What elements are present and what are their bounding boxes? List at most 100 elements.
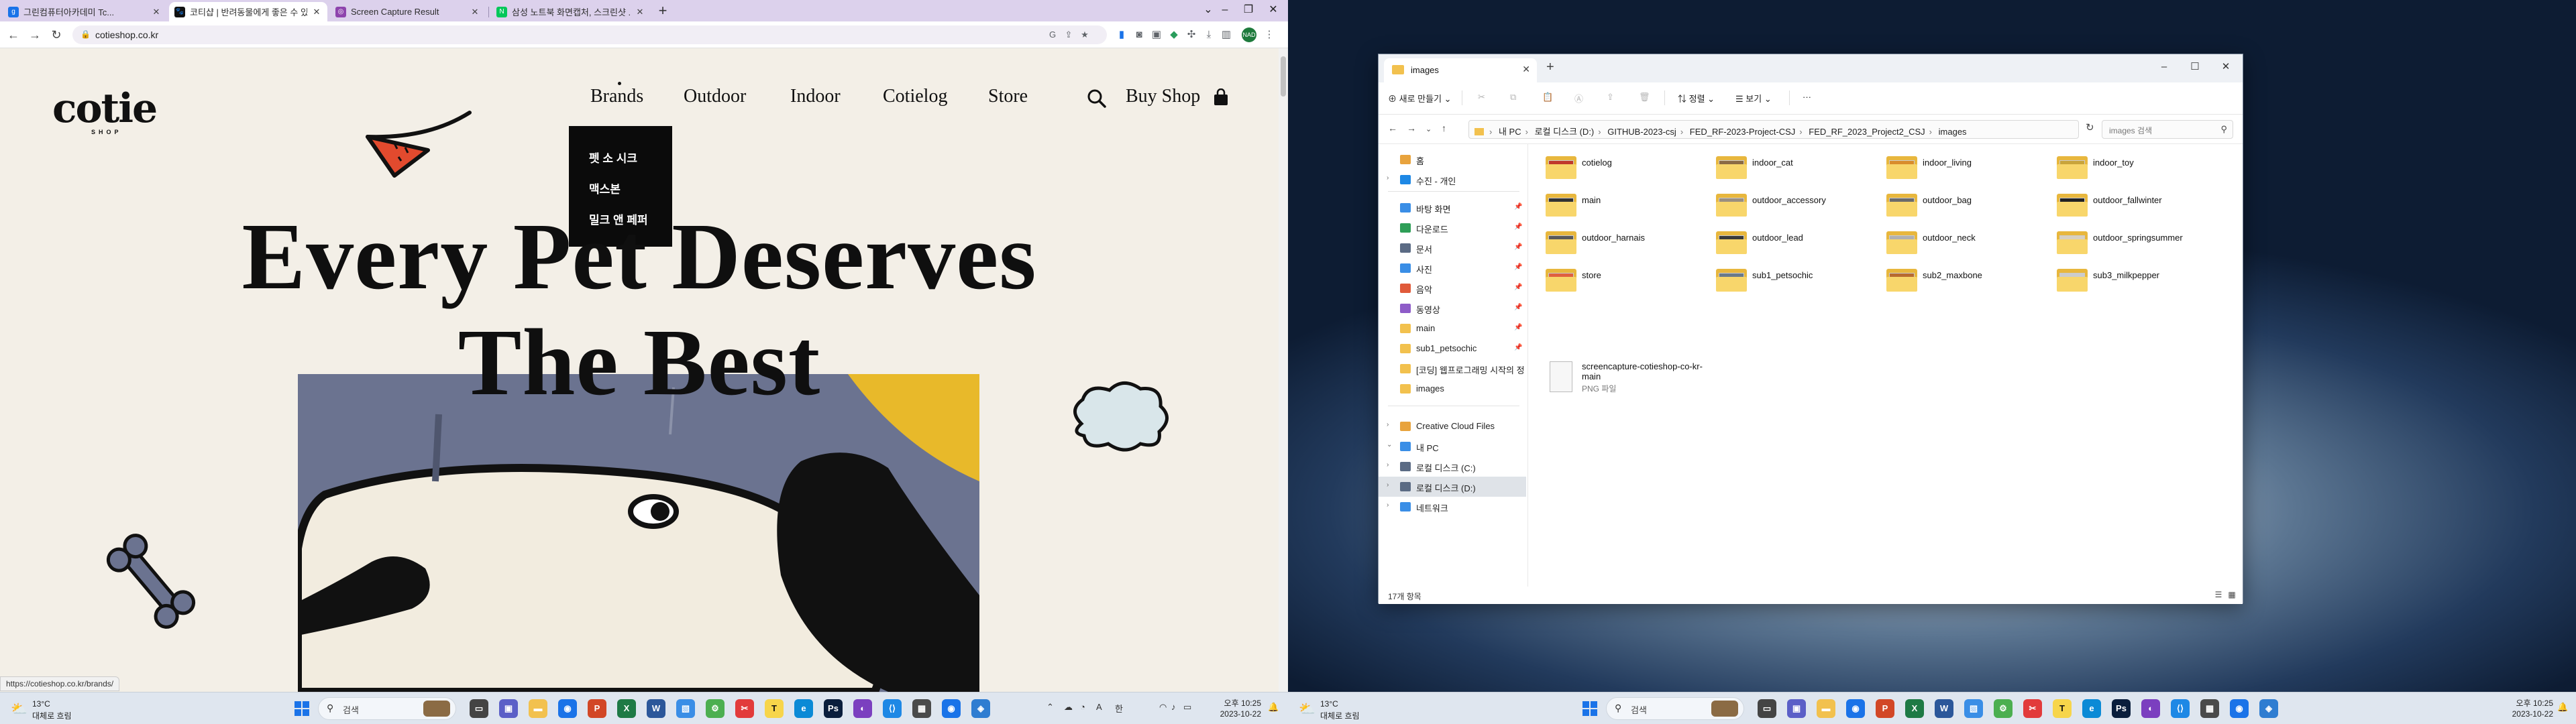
chevron-right-icon[interactable]: › (1387, 481, 1389, 489)
photoshop-icon[interactable]: Ps (2112, 699, 2131, 718)
excel-icon[interactable]: X (617, 699, 636, 718)
vscode-icon[interactable]: ⟨⟩ (2171, 699, 2190, 718)
app-icon[interactable]: ▦ (912, 699, 931, 718)
powerpoint-icon[interactable]: P (1876, 699, 1894, 718)
task-view-icon[interactable]: ▭ (470, 699, 488, 718)
explorer-search-input[interactable]: images 검색 ⚲ (2102, 120, 2233, 139)
edge-icon[interactable]: e (2082, 699, 2101, 718)
folder-item[interactable]: indoor_toy (2051, 151, 2219, 186)
new-tab-button[interactable]: + (654, 3, 672, 20)
nav-item[interactable]: 바탕 화면 📌 (1379, 198, 1526, 218)
clock[interactable]: 오후 10:25 2023-10-22 (2500, 698, 2553, 719)
close-window-button[interactable]: ✕ (1260, 0, 1287, 20)
nav-store[interactable]: Store (988, 86, 1028, 107)
close-icon[interactable]: ✕ (311, 7, 322, 17)
folder-item[interactable]: outdoor_lead (1711, 226, 1878, 261)
paste-icon[interactable]: 📋 (1542, 92, 1553, 103)
dropdown-item-maxbone[interactable]: 맥스본 (589, 180, 621, 196)
download-icon[interactable]: ⤓ (1201, 27, 1217, 43)
edge-icon[interactable]: e (794, 699, 813, 718)
file-explorer-icon[interactable]: ▬ (529, 699, 547, 718)
folder-item[interactable]: main (1540, 188, 1708, 223)
nav-item[interactable]: › 네트워크 (1379, 497, 1526, 517)
maximize-button[interactable]: ☐ (2180, 57, 2210, 77)
evernote-extension-icon[interactable]: ◆ (1166, 27, 1182, 43)
nav-item[interactable]: › 로컬 디스크 (D:) (1379, 477, 1526, 497)
word-icon[interactable]: W (1935, 699, 1953, 718)
maximize-button[interactable]: ❐ (1236, 0, 1261, 20)
battery-icon[interactable]: ▭ (1183, 702, 1191, 713)
new-tab-button[interactable]: + (1546, 60, 1554, 75)
breadcrumb-item[interactable]: images (1939, 127, 1967, 137)
vscode-icon[interactable]: ⟨⟩ (883, 699, 902, 718)
app-icon[interactable]: ▦ (2200, 699, 2219, 718)
scrollbar-thumb[interactable] (1281, 56, 1286, 97)
tab-screen-capture[interactable]: ◎ Screen Capture Result ✕ (330, 2, 486, 21)
back-button[interactable]: ← (1388, 123, 1397, 133)
chevron-right-icon[interactable]: › (1387, 461, 1389, 469)
font-tray-icon[interactable]: A (1096, 702, 1102, 712)
breadcrumb[interactable]: › 내 PC › 로컬 디스크 (D:) › GITHUB-2023-csj › FE… (1468, 120, 2159, 139)
sort-button[interactable]: ⇅ 정렬 ⌄ (1678, 92, 1715, 105)
snipping-tool-icon[interactable]: ✂ (2023, 699, 2042, 718)
nav-outdoor[interactable]: Outdoor (684, 86, 746, 107)
photos-icon[interactable]: ▧ (1964, 699, 1983, 718)
word-icon[interactable]: W (647, 699, 665, 718)
volume-icon[interactable]: ♪ (1171, 702, 1176, 712)
tab-samsung-screenshot[interactable]: N 삼성 노트북 화면캡처, 스크린샷 ... ✕ (491, 2, 651, 21)
breadcrumb-item[interactable]: 로컬 디스크 (D:) (1535, 127, 1595, 137)
settings-gear-icon[interactable]: ⚙ (1994, 699, 2012, 718)
chevron-right-icon[interactable]: › (1387, 501, 1389, 509)
nav-item[interactable]: 문서 📌 (1379, 238, 1526, 258)
breadcrumb-item[interactable]: FED_RF-2023-Project-CSJ (1690, 127, 1796, 137)
close-icon[interactable]: ✕ (470, 7, 480, 17)
nav-item[interactable]: › Creative Cloud Files (1379, 416, 1526, 436)
nav-item[interactable]: main 📌 (1379, 318, 1526, 339)
wifi-icon[interactable]: ◠ (1159, 702, 1167, 713)
folder-item[interactable]: sub3_milkpepper (2051, 263, 2219, 298)
recent-locations-button[interactable]: ⌄ (1426, 125, 1432, 133)
folder-item[interactable]: store (1540, 263, 1708, 298)
chrome-icon[interactable]: ◉ (1846, 699, 1865, 718)
photos-icon[interactable]: ▧ (676, 699, 695, 718)
nav-item[interactable]: › 수진 - 개인 (1379, 170, 1526, 190)
nav-item[interactable]: 다운로드 📌 (1379, 218, 1526, 238)
folder-item[interactable]: indoor_cat (1711, 151, 1878, 186)
side-panel-icon[interactable]: ▥ (1218, 27, 1234, 43)
breadcrumb-item[interactable]: FED_RF_2023_Project2_CSJ (1809, 127, 1925, 137)
task-view-icon[interactable]: ▭ (1758, 699, 1776, 718)
delete-icon[interactable]: 🗑 (1639, 92, 1650, 103)
teams-chat-icon[interactable]: ▣ (1787, 699, 1806, 718)
kebab-menu-icon[interactable]: ⋮ (1261, 27, 1277, 43)
png-file-item[interactable]: screencapture-cotieshop-co-kr-main PNG 파일 (1540, 359, 1708, 406)
buy-shop-link[interactable]: Buy Shop (1126, 86, 1200, 107)
windows-start-icon[interactable] (1582, 701, 1598, 717)
forward-button[interactable]: → (1407, 123, 1416, 133)
minimize-button[interactable]: – (2149, 57, 2180, 77)
weather-widget[interactable]: ⛅ 13°C 대체로 흐림 (11, 698, 91, 721)
excel-icon[interactable]: X (1905, 699, 1924, 718)
address-bar[interactable]: 🔒 cotieshop.co.kr G ⇪ ★ (72, 25, 1107, 44)
extension-bookmark-icon[interactable]: ▮ (1114, 27, 1130, 43)
avatar[interactable]: NAD (1242, 27, 1256, 42)
photoshop-icon[interactable]: Ps (824, 699, 843, 718)
extensions-puzzle-icon[interactable]: ✣ (1183, 27, 1199, 43)
view-button[interactable]: ☰ 보기 ⌄ (1735, 92, 1772, 105)
snipping-tool-icon[interactable]: ✂ (735, 699, 754, 718)
search-icon[interactable] (1087, 88, 1107, 109)
site-logo[interactable]: cotie SHOP (52, 84, 165, 141)
up-button[interactable]: ↑ (1442, 123, 1446, 133)
screenshot-extension-icon[interactable]: ◙ (1131, 27, 1147, 43)
kakaotalk-icon[interactable]: T (2053, 699, 2072, 718)
folder-item[interactable]: indoor_living (1881, 151, 2049, 186)
nav-item[interactable]: 음악 📌 (1379, 278, 1526, 298)
app-icon[interactable]: ◐ (853, 699, 872, 718)
chrome-icon[interactable]: ◉ (2230, 699, 2249, 718)
more-options-button[interactable]: ··· (1803, 92, 1811, 102)
bookmark-star-icon[interactable]: ★ (1079, 29, 1091, 41)
powerpoint-icon[interactable]: P (588, 699, 606, 718)
google-icon[interactable]: G (1046, 29, 1059, 41)
tab-green-academy[interactable]: g 그린컴퓨터아카데미 Tc... ✕ (3, 2, 167, 21)
chevron-right-icon[interactable]: › (1387, 421, 1389, 428)
notification-bell-icon[interactable]: 🔔 (1268, 702, 1279, 713)
